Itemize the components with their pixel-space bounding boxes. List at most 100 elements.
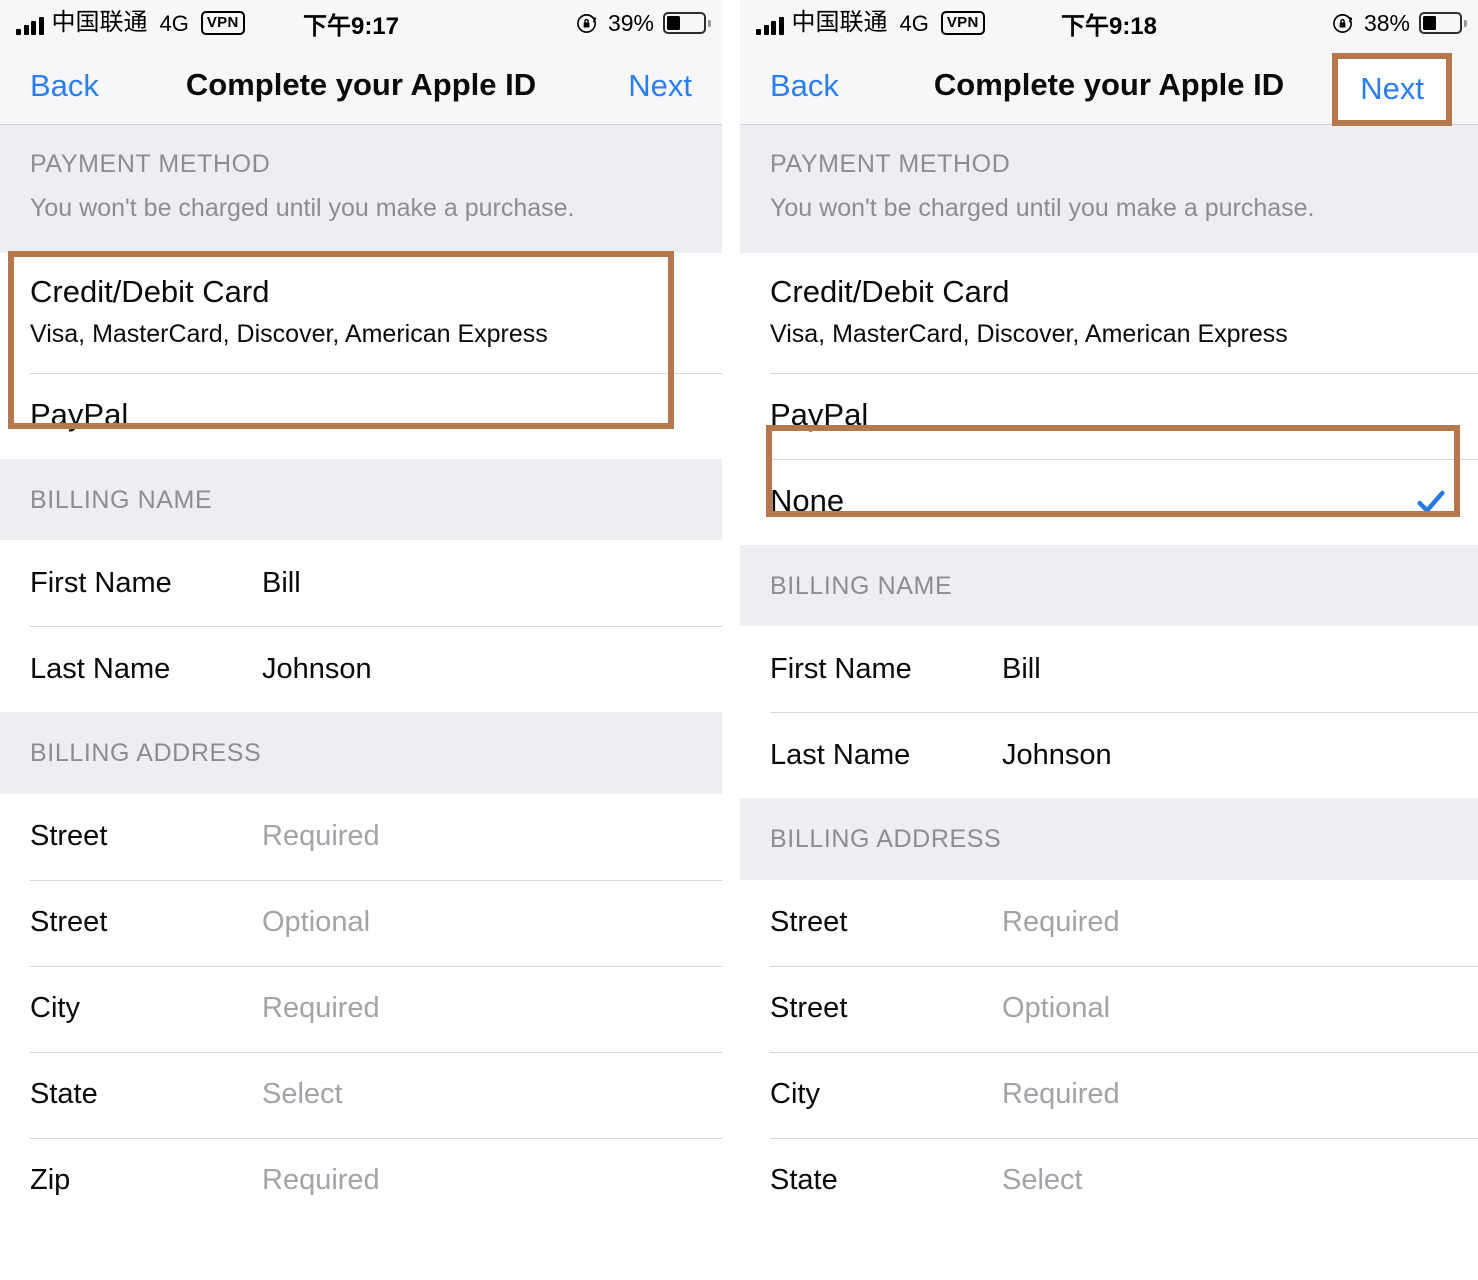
vpn-badge: VPN xyxy=(941,11,985,35)
status-bar-right: 38% xyxy=(1332,12,1462,35)
field-row-first-name[interactable]: First Name Bill xyxy=(0,540,722,626)
field-row-street-2[interactable]: Street Optional xyxy=(0,880,722,966)
billing-name-header-title: BILLING NAME xyxy=(770,573,1448,601)
next-button[interactable]: Next xyxy=(628,68,692,103)
field-placeholder: Required xyxy=(262,1164,380,1197)
field-label: First Name xyxy=(770,653,1002,686)
billing-name-header-title: BILLING NAME xyxy=(30,487,692,515)
payment-method-list: Credit/Debit Card Visa, MasterCard, Disc… xyxy=(0,253,722,459)
back-button[interactable]: Back xyxy=(770,70,839,101)
field-label: First Name xyxy=(30,567,262,600)
billing-name-section-header: BILLING NAME xyxy=(740,545,1478,627)
highlight-box-next-button: Next xyxy=(1332,53,1452,126)
field-label: Street xyxy=(30,906,262,939)
payment-method-header-title: PAYMENT METHOD xyxy=(770,151,1448,179)
payment-method-list: Credit/Debit Card Visa, MasterCard, Disc… xyxy=(740,253,1478,545)
status-bar-right: 39% xyxy=(576,12,706,35)
payment-option-title: PayPal xyxy=(30,396,128,435)
payment-option-title: PayPal xyxy=(770,396,868,435)
field-label: Zip xyxy=(30,1164,262,1197)
next-button[interactable]: Next xyxy=(1360,71,1424,106)
payment-option-credit-debit-card[interactable]: Credit/Debit Card Visa, MasterCard, Disc… xyxy=(740,253,1478,373)
field-row-first-name[interactable]: First Name Bill xyxy=(740,626,1478,712)
field-row-street-2[interactable]: Street Optional xyxy=(740,966,1478,1052)
rotation-lock-icon xyxy=(1332,12,1355,35)
payment-option-none[interactable]: None xyxy=(740,459,1478,545)
billing-address-list: Street Required Street Optional City Req… xyxy=(0,794,722,1224)
payment-option-title: Credit/Debit Card xyxy=(770,273,1448,312)
field-label: City xyxy=(30,992,262,1025)
status-bar-left: 中国联通 4G VPN xyxy=(756,11,985,35)
field-value: Bill xyxy=(262,567,301,600)
field-row-zip[interactable]: Zip Required xyxy=(0,1138,722,1224)
billing-address-header-title: BILLING ADDRESS xyxy=(30,740,692,768)
field-placeholder: Select xyxy=(1002,1164,1083,1197)
carrier-name: 中国联通 xyxy=(792,11,888,35)
back-button[interactable]: Back xyxy=(30,70,99,101)
phone-screen-right: 中国联通 4G VPN 下午9:18 38% Back Complet xyxy=(740,0,1478,1280)
billing-name-list: First Name Bill Last Name Johnson xyxy=(740,626,1478,798)
status-bar: 中国联通 4G VPN 下午9:18 38% xyxy=(740,0,1478,46)
billing-address-list: Street Required Street Optional City Req… xyxy=(740,880,1478,1224)
payment-option-detail: Visa, MasterCard, Discover, American Exp… xyxy=(770,319,1448,350)
payment-option-paypal[interactable]: PayPal xyxy=(740,373,1478,459)
billing-address-section-header: BILLING ADDRESS xyxy=(740,798,1478,880)
next-button-wrapper: Next xyxy=(628,70,692,101)
payment-option-detail: Visa, MasterCard, Discover, American Exp… xyxy=(30,319,692,350)
payment-method-section-header: PAYMENT METHOD You won't be charged unti… xyxy=(740,125,1478,253)
panel-divider xyxy=(722,0,740,1280)
payment-method-section-header: PAYMENT METHOD You won't be charged unti… xyxy=(0,125,722,253)
field-placeholder: Required xyxy=(1002,1078,1120,1111)
field-label: State xyxy=(770,1164,1002,1197)
rotation-lock-icon xyxy=(576,12,599,35)
network-type: 4G xyxy=(900,13,929,35)
field-row-city[interactable]: City Required xyxy=(740,1052,1478,1138)
field-row-street-1[interactable]: Street Required xyxy=(740,880,1478,966)
field-placeholder: Optional xyxy=(1002,992,1110,1025)
field-label: Street xyxy=(30,820,262,853)
billing-name-list: First Name Bill Last Name Johnson xyxy=(0,540,722,712)
payment-option-title: None xyxy=(770,482,844,521)
field-placeholder: Required xyxy=(262,820,380,853)
field-row-last-name[interactable]: Last Name Johnson xyxy=(740,712,1478,798)
checkmark-icon xyxy=(1414,485,1448,519)
battery-icon xyxy=(663,12,706,34)
status-bar: 中国联通 4G VPN 下午9:17 39% xyxy=(0,0,722,46)
signal-bars-icon xyxy=(16,16,44,35)
billing-address-header-title: BILLING ADDRESS xyxy=(770,826,1448,854)
field-row-state[interactable]: State Select xyxy=(740,1138,1478,1224)
battery-percentage: 39% xyxy=(608,12,654,35)
payment-method-subtitle: You won't be charged until you make a pu… xyxy=(30,193,692,223)
payment-method-subtitle: You won't be charged until you make a pu… xyxy=(770,193,1448,223)
field-label: State xyxy=(30,1078,262,1111)
payment-option-paypal[interactable]: PayPal xyxy=(0,373,722,459)
signal-bars-icon xyxy=(756,16,784,35)
vpn-badge: VPN xyxy=(201,11,245,35)
field-value: Bill xyxy=(1002,653,1041,686)
page-title: Complete your Apple ID xyxy=(0,46,722,124)
field-label: Last Name xyxy=(770,739,1002,772)
navigation-bar: Back Complete your Apple ID Next xyxy=(0,46,722,125)
navigation-bar: Back Complete your Apple ID Next xyxy=(740,46,1478,125)
field-placeholder: Optional xyxy=(262,906,370,939)
field-label: Street xyxy=(770,906,1002,939)
field-row-state[interactable]: State Select xyxy=(0,1052,722,1138)
battery-percentage: 38% xyxy=(1364,12,1410,35)
field-label: Last Name xyxy=(30,653,262,686)
payment-option-title: Credit/Debit Card xyxy=(30,273,692,312)
field-placeholder: Required xyxy=(1002,906,1120,939)
billing-name-section-header: BILLING NAME xyxy=(0,459,722,541)
dual-screenshot-comparison: 中国联通 4G VPN 下午9:17 39% Back Complet xyxy=(0,0,1478,1280)
field-row-city[interactable]: City Required xyxy=(0,966,722,1052)
payment-option-credit-debit-card[interactable]: Credit/Debit Card Visa, MasterCard, Disc… xyxy=(0,253,722,373)
field-label: Street xyxy=(770,992,1002,1025)
carrier-name: 中国联通 xyxy=(52,11,148,35)
network-type: 4G xyxy=(160,13,189,35)
field-placeholder: Required xyxy=(262,992,380,1025)
field-row-street-1[interactable]: Street Required xyxy=(0,794,722,880)
field-row-last-name[interactable]: Last Name Johnson xyxy=(0,626,722,712)
field-value: Johnson xyxy=(1002,739,1112,772)
field-value: Johnson xyxy=(262,653,372,686)
status-bar-left: 中国联通 4G VPN xyxy=(16,11,245,35)
payment-method-header-title: PAYMENT METHOD xyxy=(30,151,692,179)
